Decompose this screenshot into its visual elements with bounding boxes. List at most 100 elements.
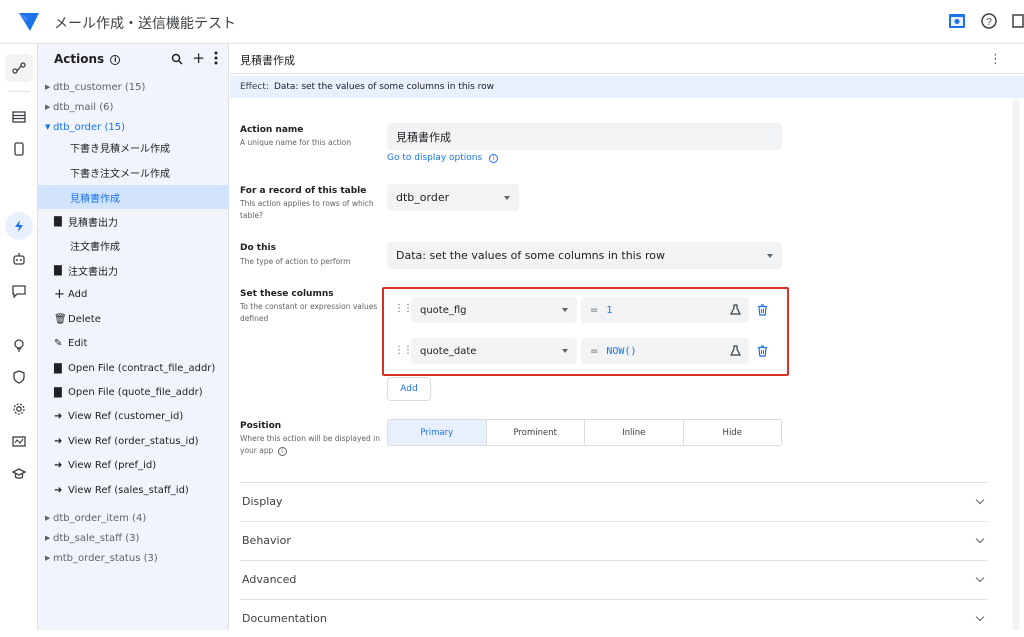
dropdown-arrow-icon	[562, 349, 568, 353]
robot-icon[interactable]	[9, 249, 29, 269]
action-item-selected[interactable]: 見積書作成	[38, 185, 229, 209]
editor-header: 見積書作成 ⋮	[230, 44, 1024, 74]
sidebar-title: Actions i	[54, 52, 121, 66]
chevron-right-icon: ▶	[45, 103, 51, 111]
chevron-right-icon: ▶	[45, 514, 51, 522]
position-option-hide[interactable]: Hide	[684, 420, 782, 445]
nav-rail	[0, 44, 38, 630]
action-editor: 見積書作成 ⋮ Effect: Data: set the values of …	[230, 44, 1024, 630]
arrow-circle-icon: ➜	[54, 484, 63, 496]
file-icon: ▇	[54, 215, 62, 227]
trash-icon[interactable]	[757, 304, 768, 316]
section-documentation[interactable]: Documentation	[240, 599, 987, 637]
expression-input[interactable]: = 1	[581, 297, 749, 323]
bulb-icon[interactable]	[9, 335, 29, 355]
preview-icon[interactable]	[948, 12, 966, 30]
help-icon[interactable]: ?	[980, 12, 998, 30]
action-item[interactable]: ▇ Open File (contract_file_addr)	[38, 356, 229, 380]
action-item[interactable]: ▇ Open File (quote_file_addr)	[38, 380, 229, 404]
scrollbar[interactable]	[1012, 100, 1020, 630]
actions-sidebar: Actions i + ▶ dtb_customer (15) ▶ dtb_ma…	[38, 44, 229, 630]
file-icon: ▇	[54, 264, 62, 276]
position-option-prominent[interactable]: Prominent	[487, 420, 585, 445]
add-column-button[interactable]: Add	[387, 377, 431, 401]
position-segmented-control: Primary Prominent Inline Hide	[387, 419, 782, 446]
app-title: メール作成・送信機能テスト	[54, 16, 236, 32]
more-vert-icon[interactable]: ⋮	[989, 52, 1002, 67]
trash-icon: 🗑	[54, 313, 67, 325]
action-name-label: Action name	[240, 125, 304, 135]
position-option-primary[interactable]: Primary	[388, 420, 487, 445]
do-this-label: Do this	[240, 243, 276, 253]
arrow-circle-icon: ➜	[54, 459, 63, 471]
table-dtb-sale-staff[interactable]: ▶ dtb_sale_staff (3)	[38, 527, 229, 549]
action-item[interactable]: ▇ 注文書出力	[38, 258, 229, 282]
monitor-icon[interactable]	[9, 432, 29, 452]
phone-icon[interactable]	[9, 139, 29, 159]
action-item[interactable]: ➜ View Ref (customer_id)	[38, 404, 229, 428]
set-columns-label: Set these columns	[240, 289, 334, 299]
table-dtb-mail[interactable]: ▶ dtb_mail (6)	[38, 96, 229, 118]
gear-icon[interactable]	[9, 399, 29, 419]
drag-handle-icon[interactable]: ⋮⋮	[394, 303, 413, 314]
flask-icon[interactable]	[730, 304, 741, 315]
position-option-inline[interactable]: Inline	[585, 420, 684, 445]
top-bar: メール作成・送信機能テスト ?	[0, 0, 1024, 44]
table-icon[interactable]	[9, 107, 29, 127]
action-item[interactable]: ✎ Edit	[38, 331, 229, 355]
action-item[interactable]: 🗑 Delete	[38, 307, 229, 331]
section-behavior[interactable]: Behavior	[240, 521, 987, 559]
search-icon[interactable]	[171, 53, 183, 65]
copy-icon[interactable]	[1010, 12, 1024, 30]
info-icon[interactable]: i	[277, 447, 287, 456]
action-item[interactable]: ➜ View Ref (sales_staff_id)	[38, 478, 229, 502]
action-name-help: A unique name for this action	[240, 138, 352, 147]
chevron-down-icon: ▼	[45, 123, 51, 131]
table-dtb-customer[interactable]: ▶ dtb_customer (15)	[38, 76, 229, 98]
table-mtb-order-status[interactable]: ▶ mtb_order_status (3)	[38, 547, 229, 569]
dropdown-arrow-icon	[562, 308, 568, 312]
display-options-link[interactable]: Go to display options i	[387, 153, 499, 163]
shield-icon[interactable]	[9, 367, 29, 387]
do-this-select[interactable]: Data: set the values of some columns in …	[387, 242, 782, 269]
column-select[interactable]: quote_date	[411, 338, 577, 364]
info-icon: i	[489, 154, 499, 163]
action-item[interactable]: + Add	[38, 282, 229, 306]
action-item[interactable]: 注文書作成	[38, 233, 229, 257]
edit-icon: ✎	[54, 337, 63, 349]
arrow-circle-icon: ➜	[54, 435, 63, 447]
action-item[interactable]: 下書き注文メール作成	[38, 160, 229, 184]
chevron-right-icon: ▶	[45, 554, 51, 562]
record-table-select[interactable]: dtb_order	[387, 184, 519, 211]
flask-icon[interactable]	[730, 345, 741, 356]
dropdown-arrow-icon	[504, 195, 510, 200]
bolt-icon[interactable]	[9, 216, 29, 236]
record-table-label: For a record of this table	[240, 186, 367, 196]
scrollbar-thumb[interactable]	[1013, 100, 1019, 630]
table-dtb-order-item[interactable]: ▶ dtb_order_item (4)	[38, 507, 229, 529]
position-help: Where this action will be displayed in y…	[240, 434, 380, 456]
page-title: 見積書作成	[240, 54, 295, 67]
position-label: Position	[240, 421, 282, 431]
chat-icon[interactable]	[9, 281, 29, 301]
action-item[interactable]: 下書き見積メール作成	[38, 135, 229, 159]
action-item[interactable]: ➜ View Ref (pref_id)	[38, 453, 229, 477]
trash-icon[interactable]	[757, 345, 768, 357]
section-display[interactable]: Display	[240, 482, 987, 520]
action-item[interactable]: ▇ 見積書出力	[38, 209, 229, 233]
chevron-down-icon	[975, 534, 985, 544]
appsheet-logo-icon[interactable]	[18, 12, 40, 32]
add-icon[interactable]: +	[192, 50, 205, 66]
action-name-input[interactable]: 見積書作成	[387, 123, 782, 150]
section-advanced[interactable]: Advanced	[240, 560, 987, 598]
column-select[interactable]: quote_flg	[411, 297, 577, 323]
info-icon[interactable]: i	[110, 55, 121, 65]
cap-icon[interactable]	[9, 464, 29, 484]
more-vert-icon[interactable]	[214, 51, 218, 65]
drag-handle-icon[interactable]: ⋮⋮	[394, 345, 413, 356]
chevron-down-icon	[975, 495, 985, 505]
action-item[interactable]: ➜ View Ref (order_status_id)	[38, 429, 229, 453]
chevron-down-icon	[975, 612, 985, 622]
expression-input[interactable]: = NOW()	[581, 338, 749, 364]
flow-icon[interactable]	[9, 58, 29, 78]
